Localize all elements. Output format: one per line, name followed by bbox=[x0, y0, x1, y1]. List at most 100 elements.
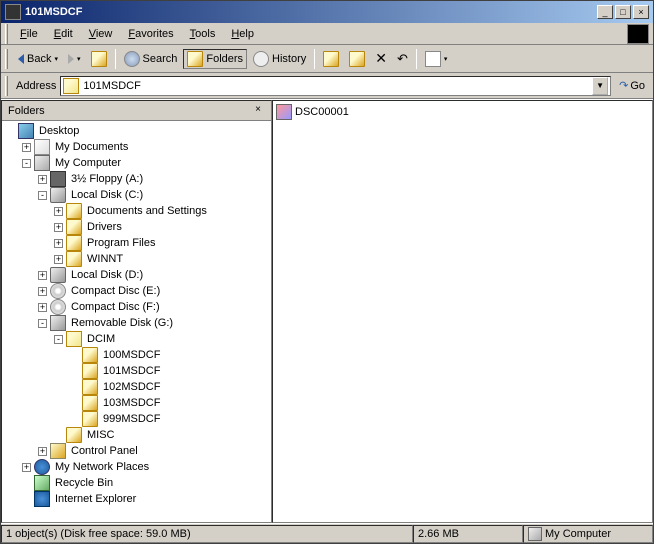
tree-label: Local Disk (C:) bbox=[69, 189, 145, 201]
moveto-icon bbox=[323, 51, 339, 67]
search-button[interactable]: Search bbox=[120, 49, 182, 69]
folders-pane-close-button[interactable]: × bbox=[251, 104, 265, 118]
statusbar: 1 object(s) (Disk free space: 59.0 MB) 2… bbox=[1, 523, 653, 543]
views-button[interactable]: ▾ bbox=[421, 49, 452, 69]
tree-label: My Documents bbox=[53, 141, 130, 153]
go-button[interactable]: ↷ Go bbox=[615, 77, 649, 94]
tree-expand-icon[interactable]: + bbox=[38, 271, 47, 280]
tree-node[interactable]: 103MSDCF bbox=[4, 395, 269, 411]
tree-node[interactable]: +3½ Floppy (A:) bbox=[4, 171, 269, 187]
tree-expand-icon[interactable]: + bbox=[22, 463, 31, 472]
tree-expand-icon[interactable]: + bbox=[54, 239, 63, 248]
tree-collapse-icon[interactable]: - bbox=[54, 335, 63, 344]
tree-expand-icon[interactable]: + bbox=[38, 447, 47, 456]
folder-icon bbox=[82, 395, 98, 411]
tree-node[interactable]: + My Network Places bbox=[4, 459, 269, 475]
folders-button[interactable]: Folders bbox=[183, 49, 247, 69]
tree-node[interactable]: 999MSDCF bbox=[4, 411, 269, 427]
folders-label: Folders bbox=[206, 53, 243, 65]
tree-node[interactable]: +Drivers bbox=[4, 219, 269, 235]
folder-tree[interactable]: Desktop + My Documents -My Computer+3½ Flop… bbox=[2, 121, 271, 522]
tree-collapse-icon[interactable]: - bbox=[38, 319, 47, 328]
forward-button[interactable]: ▾ bbox=[64, 52, 85, 66]
toolbar: Back ▾ ▾ Search Folders History ✕ ↶ bbox=[1, 45, 653, 73]
tree-expand-icon[interactable]: + bbox=[38, 287, 47, 296]
tree-node[interactable]: Recycle Bin bbox=[4, 475, 269, 491]
tree-node[interactable]: +Compact Disc (E:) bbox=[4, 283, 269, 299]
tree-node[interactable]: + Control Panel bbox=[4, 443, 269, 459]
history-icon bbox=[253, 51, 269, 67]
tree-node[interactable]: Desktop bbox=[4, 123, 269, 139]
menu-help[interactable]: Help bbox=[223, 26, 262, 42]
undo-button[interactable]: ↶ bbox=[393, 49, 412, 69]
tree-label: My Network Places bbox=[53, 461, 151, 473]
copyto-button[interactable] bbox=[345, 49, 369, 69]
back-dropdown-icon: ▾ bbox=[54, 55, 58, 63]
tree-label: Control Panel bbox=[69, 445, 140, 457]
tree-node[interactable]: MISC bbox=[4, 427, 269, 443]
file-item[interactable]: DSC00001 bbox=[275, 103, 650, 121]
tree-collapse-icon[interactable]: - bbox=[38, 191, 47, 200]
status-objects: 1 object(s) (Disk free space: 59.0 MB) bbox=[1, 525, 413, 543]
minimize-button[interactable]: _ bbox=[597, 5, 613, 19]
menu-edit[interactable]: Edit bbox=[46, 26, 81, 42]
folder-icon bbox=[82, 363, 98, 379]
tree-expand-icon[interactable]: + bbox=[54, 255, 63, 264]
tree-node[interactable]: Internet Explorer bbox=[4, 491, 269, 507]
tree-label: Local Disk (D:) bbox=[69, 269, 145, 281]
tree-node[interactable]: -My Computer bbox=[4, 155, 269, 171]
tree-node[interactable]: -DCIM bbox=[4, 331, 269, 347]
status-computer-icon bbox=[528, 527, 542, 541]
status-location: My Computer bbox=[523, 525, 653, 543]
tree-node[interactable]: 100MSDCF bbox=[4, 347, 269, 363]
tree-node[interactable]: 102MSDCF bbox=[4, 379, 269, 395]
folder-icon bbox=[66, 427, 82, 443]
tree-node[interactable]: + Local Disk (D:) bbox=[4, 267, 269, 283]
tree-expand-icon[interactable]: + bbox=[38, 303, 47, 312]
tree-node[interactable]: +WINNT bbox=[4, 251, 269, 267]
address-input[interactable]: 101MSDCF ▼ bbox=[60, 76, 611, 96]
menu-file[interactable]: File bbox=[12, 26, 46, 42]
content-pane[interactable]: DSC00001 bbox=[272, 100, 653, 523]
tree-label: Recycle Bin bbox=[53, 477, 115, 489]
tree-node[interactable]: +Compact Disc (F:) bbox=[4, 299, 269, 315]
tree-expand-icon[interactable]: + bbox=[38, 175, 47, 184]
address-dropdown-button[interactable]: ▼ bbox=[592, 77, 608, 95]
go-icon: ↷ bbox=[619, 79, 628, 92]
folder-icon bbox=[82, 379, 98, 395]
tree-expand-icon[interactable]: + bbox=[22, 143, 31, 152]
tree-expand-icon[interactable]: + bbox=[54, 207, 63, 216]
views-dropdown-icon: ▾ bbox=[444, 55, 448, 63]
tree-label: MISC bbox=[85, 429, 117, 441]
tree-collapse-icon[interactable]: - bbox=[22, 159, 31, 168]
moveto-button[interactable] bbox=[319, 49, 343, 69]
tree-label: Internet Explorer bbox=[53, 493, 138, 505]
history-button[interactable]: History bbox=[249, 49, 310, 69]
tree-node[interactable]: 101MSDCF bbox=[4, 363, 269, 379]
back-button[interactable]: Back ▾ bbox=[14, 51, 62, 67]
tree-label: Desktop bbox=[37, 125, 81, 137]
titlebar[interactable]: 101MSDCF _ □ × bbox=[1, 1, 653, 23]
up-button[interactable] bbox=[87, 49, 111, 69]
menu-view[interactable]: View bbox=[81, 26, 121, 42]
tree-node[interactable]: +Documents and Settings bbox=[4, 203, 269, 219]
search-icon bbox=[124, 51, 140, 67]
menubar-handle[interactable] bbox=[5, 24, 8, 44]
tree-label: 101MSDCF bbox=[101, 365, 162, 377]
tree-expand-icon[interactable]: + bbox=[54, 223, 63, 232]
recycle-icon bbox=[34, 475, 50, 491]
menu-favorites[interactable]: Favorites bbox=[120, 26, 181, 42]
go-label: Go bbox=[630, 80, 645, 92]
back-label: Back bbox=[27, 53, 51, 65]
menu-tools[interactable]: Tools bbox=[182, 26, 224, 42]
folders-pane: Folders × Desktop+My Documents-My Comput… bbox=[1, 100, 272, 523]
toolbar-handle[interactable] bbox=[5, 49, 8, 69]
tree-node[interactable]: - Local Disk (C:) bbox=[4, 187, 269, 203]
tree-node[interactable]: +Program Files bbox=[4, 235, 269, 251]
close-button[interactable]: × bbox=[633, 5, 649, 19]
tree-node[interactable]: -Removable Disk (G:) bbox=[4, 315, 269, 331]
maximize-button[interactable]: □ bbox=[615, 5, 631, 19]
tree-node[interactable]: + My Documents bbox=[4, 139, 269, 155]
delete-button[interactable]: ✕ bbox=[371, 48, 391, 69]
addressbar-handle[interactable] bbox=[5, 76, 8, 96]
